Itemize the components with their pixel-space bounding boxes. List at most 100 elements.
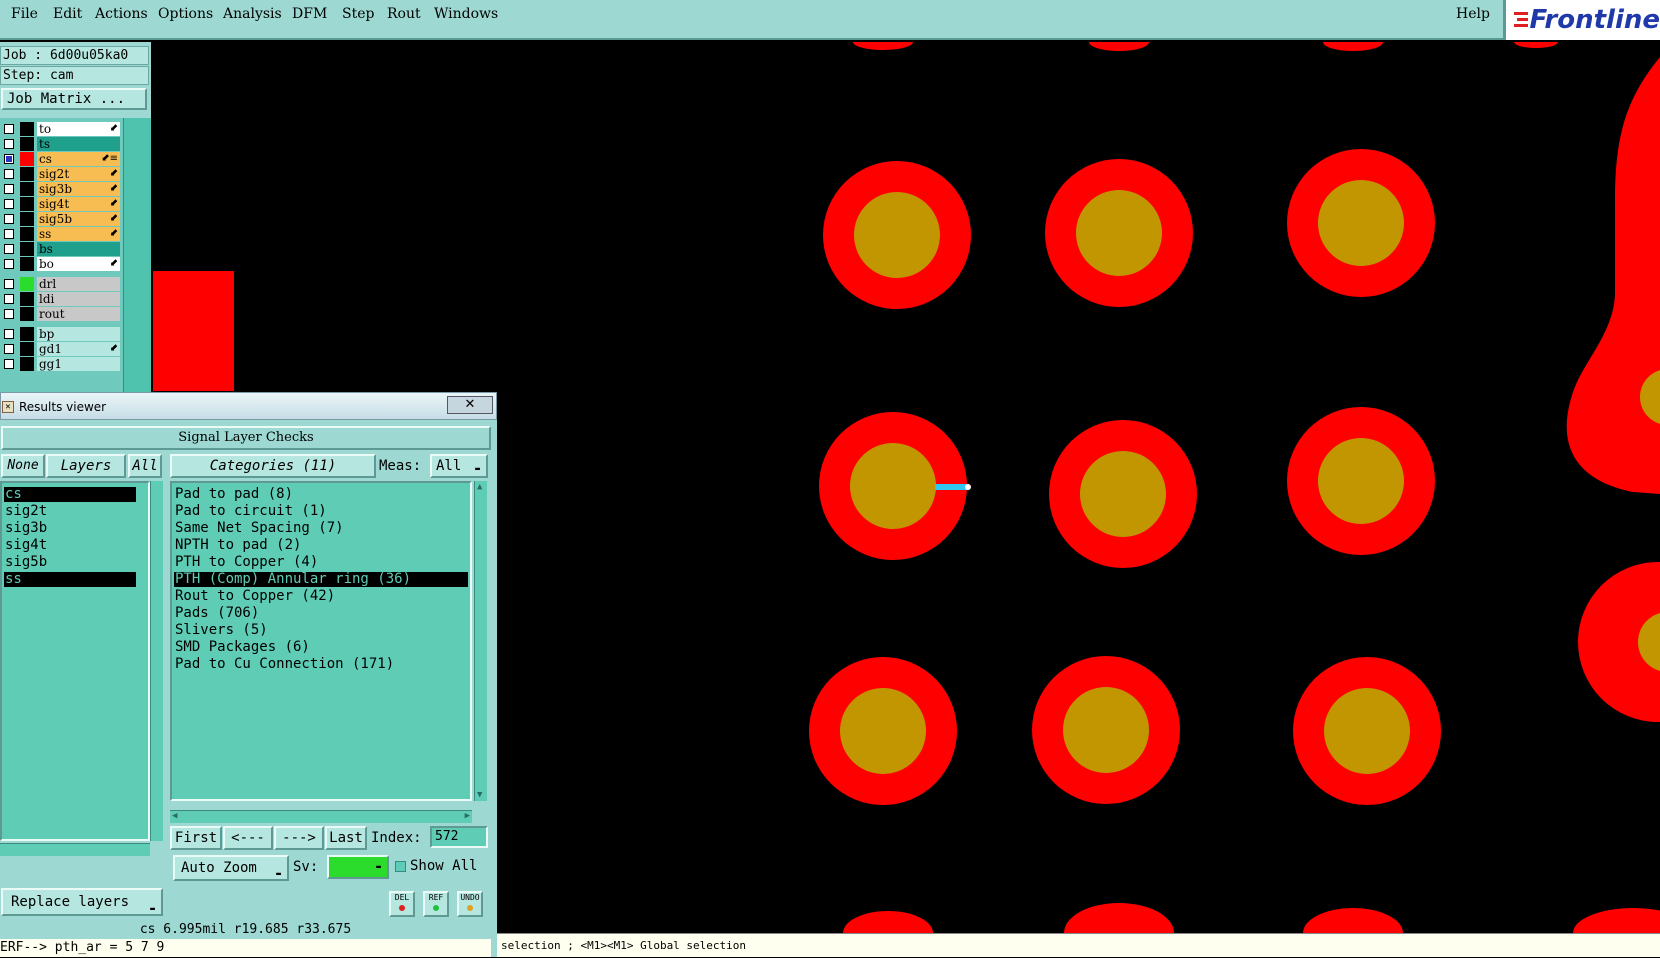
- layer-row-bo[interactable]: bo⬋: [2, 257, 120, 271]
- menu-options[interactable]: Options: [158, 6, 213, 22]
- layer-checkbox[interactable]: [4, 259, 14, 269]
- layer-checkbox[interactable]: [4, 154, 14, 164]
- layer-checkbox[interactable]: [4, 199, 14, 209]
- job-matrix-button[interactable]: Job Matrix ...: [1, 88, 147, 110]
- result-layer-item[interactable]: ss: [4, 572, 136, 587]
- menu-step[interactable]: Step: [342, 6, 374, 22]
- result-layer-item[interactable]: sig3b: [4, 521, 136, 536]
- ref-button[interactable]: REF: [423, 891, 449, 917]
- all-layers-button[interactable]: All: [128, 454, 162, 478]
- layer-row-sig4t[interactable]: sig4t⬋: [2, 197, 120, 211]
- menu-help[interactable]: Help: [1456, 6, 1490, 22]
- layer-row-gg1[interactable]: gg1: [2, 357, 120, 371]
- first-button[interactable]: First: [170, 826, 222, 850]
- layer-row-ldi[interactable]: ldi: [2, 292, 120, 306]
- layer-row-sig2t[interactable]: sig2t⬋: [2, 167, 120, 181]
- layer-row-sig3b[interactable]: sig3b⬋: [2, 182, 120, 196]
- menu-file[interactable]: File: [11, 6, 38, 22]
- scroll-right-icon[interactable]: ▶: [465, 811, 470, 821]
- scroll-down-icon[interactable]: ▼: [477, 790, 482, 800]
- layer-checkbox[interactable]: [4, 229, 14, 239]
- category-item[interactable]: PTH to Copper (4): [174, 555, 468, 570]
- category-item[interactable]: Pad to pad (8): [174, 487, 468, 502]
- layer-checkbox[interactable]: [4, 309, 14, 319]
- layer-name[interactable]: bs: [37, 242, 120, 256]
- categories-hscroll[interactable]: ◀ ▶: [170, 810, 472, 823]
- layer-name[interactable]: sig5b⬋: [37, 212, 120, 226]
- layer-name[interactable]: ts: [37, 137, 120, 151]
- layer-name[interactable]: ldi: [37, 292, 120, 306]
- layer-name[interactable]: ss⬋: [37, 227, 120, 241]
- menu-analysis[interactable]: Analysis: [223, 6, 282, 22]
- layers-hscroll[interactable]: [0, 843, 150, 856]
- next-button[interactable]: --->: [274, 826, 324, 850]
- meas-dropdown[interactable]: All ▬: [430, 454, 488, 478]
- layer-row-bp[interactable]: bp: [2, 327, 120, 341]
- none-button[interactable]: None: [1, 454, 45, 478]
- layer-name[interactable]: bp: [37, 327, 120, 341]
- category-item[interactable]: PTH (Comp) Annular ring (36): [174, 572, 468, 587]
- layer-row-ss[interactable]: ss⬋: [2, 227, 120, 241]
- category-item[interactable]: NPTH to pad (2): [174, 538, 468, 553]
- last-button[interactable]: Last: [325, 826, 367, 850]
- layer-checkbox[interactable]: [4, 359, 14, 369]
- command-line[interactable]: ERF--> pth_ar = 5 7 9: [0, 939, 491, 957]
- layer-name[interactable]: gg1: [37, 357, 120, 371]
- layer-row-drl[interactable]: drl: [2, 277, 120, 291]
- layer-name[interactable]: to⬋: [37, 122, 120, 136]
- category-item[interactable]: Rout to Copper (42): [174, 589, 468, 604]
- replace-layers-dropdown[interactable]: Replace layers ▬: [1, 888, 163, 916]
- layer-checkbox[interactable]: [4, 169, 14, 179]
- layer-checkbox[interactable]: [4, 139, 14, 149]
- layer-name[interactable]: rout: [37, 307, 120, 321]
- category-item[interactable]: Pad to circuit (1): [174, 504, 468, 519]
- results-viewer-titlebar[interactable]: ✕ Results viewer ✕: [0, 392, 497, 420]
- layer-name[interactable]: gd1⬋: [37, 342, 120, 356]
- layer-row-bs[interactable]: bs: [2, 242, 120, 256]
- layer-checkbox[interactable]: [4, 294, 14, 304]
- category-item[interactable]: SMD Packages (6): [174, 640, 468, 655]
- result-layer-item[interactable]: cs: [4, 487, 136, 502]
- category-item[interactable]: Slivers (5): [174, 623, 468, 638]
- layer-checkbox[interactable]: [4, 124, 14, 134]
- layer-row-gd1[interactable]: gd1⬋: [2, 342, 120, 356]
- result-layer-item[interactable]: sig2t: [4, 504, 136, 519]
- menu-rout[interactable]: Rout: [387, 6, 421, 22]
- category-item[interactable]: Same Net Spacing (7): [174, 521, 468, 536]
- result-layer-item[interactable]: sig4t: [4, 538, 136, 553]
- layer-checkbox[interactable]: [4, 279, 14, 289]
- layer-row-ts[interactable]: ts: [2, 137, 120, 151]
- close-button[interactable]: ✕: [447, 396, 493, 414]
- layer-name[interactable]: drl: [37, 277, 120, 291]
- show-all-checkbox[interactable]: [395, 861, 406, 872]
- categories-vscroll[interactable]: ▲ ▼: [474, 481, 487, 801]
- scroll-up-icon[interactable]: ▲: [477, 482, 482, 492]
- layer-checkbox[interactable]: [4, 244, 14, 254]
- layer-name[interactable]: cs⬋≡: [37, 152, 120, 166]
- layer-name[interactable]: bo⬋: [37, 257, 120, 271]
- layers-button[interactable]: Layers: [46, 454, 126, 478]
- layer-list-scrollbar[interactable]: [123, 118, 151, 393]
- layer-name[interactable]: sig3b⬋: [37, 182, 120, 196]
- category-item[interactable]: Pad to Cu Connection (171): [174, 657, 468, 672]
- scroll-left-icon[interactable]: ◀: [172, 811, 177, 821]
- menu-dfm[interactable]: DFM: [292, 6, 327, 22]
- layer-name[interactable]: sig2t⬋: [37, 167, 120, 181]
- menu-edit[interactable]: Edit: [53, 6, 82, 22]
- del-button[interactable]: DEL: [389, 891, 415, 917]
- layer-checkbox[interactable]: [4, 214, 14, 224]
- category-item[interactable]: Pads (706): [174, 606, 468, 621]
- layer-checkbox[interactable]: [4, 184, 14, 194]
- layer-row-to[interactable]: to⬋: [2, 122, 120, 136]
- categories-listbox[interactable]: Pad to pad (8) Pad to circuit (1) Same Net…: [170, 481, 472, 801]
- layer-checkbox[interactable]: [4, 344, 14, 354]
- result-layer-item[interactable]: sig5b: [4, 555, 136, 570]
- auto-zoom-dropdown[interactable]: Auto Zoom ▬: [173, 855, 289, 881]
- prev-button[interactable]: <---: [223, 826, 273, 850]
- undo-button[interactable]: UNDO: [457, 891, 483, 917]
- categories-button[interactable]: Categories (11): [170, 454, 376, 478]
- menu-actions[interactable]: Actions: [95, 6, 148, 22]
- layers-vscroll[interactable]: [150, 481, 163, 841]
- layer-checkbox[interactable]: [4, 329, 14, 339]
- index-input[interactable]: 572: [430, 826, 488, 848]
